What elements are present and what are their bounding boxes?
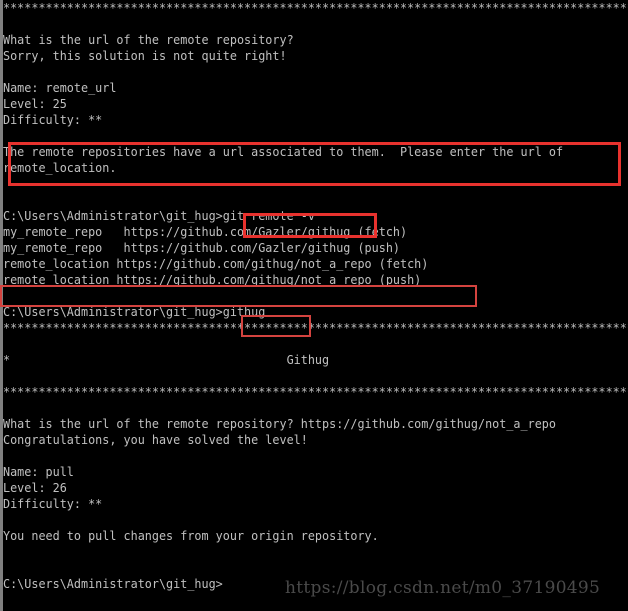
console-line-banner-title: * Githug <box>3 352 330 367</box>
console-line-prompt-trailing: C:\Users\Administrator\git_hug> <box>3 576 223 591</box>
console-line-difficulty-26: Difficulty: ** <box>3 496 103 511</box>
console-line-star-rule-1: ****************************************… <box>3 0 628 15</box>
console-line-difficulty-25: Difficulty: ** <box>3 112 103 127</box>
annotation-git-remote-v-command-highlight <box>243 213 377 238</box>
console-line-star-rule-3: ****************************************… <box>3 384 628 399</box>
console-line-remote-3: remote_location https://github.com/githu… <box>3 256 429 271</box>
console-line-remote-2: my_remote_repo https://github.com/Gazler… <box>3 240 401 255</box>
annotation-hint-text-highlight <box>8 142 621 186</box>
console-line-question-1: What is the url of the remote repository… <box>3 32 294 47</box>
annotation-githug-command-highlight <box>241 315 311 337</box>
console-line-congrats: Congratulations, you have solved the lev… <box>3 432 308 447</box>
console-line-hint-26: You need to pull changes from your origi… <box>3 528 379 543</box>
console-line-star-rule-2: ****************************************… <box>3 320 628 335</box>
console-line-name-25: Name: remote_url <box>3 80 117 95</box>
watermark-blog-url: https://blog.csdn.net/m0_37190495 <box>285 578 601 598</box>
console-line-question-2: What is the url of the remote repository… <box>3 416 556 431</box>
console-line-name-26: Name: pull <box>3 464 74 479</box>
console-line-level-26: Level: 26 <box>3 480 67 495</box>
console-line-sorry-1: Sorry, this solution is not quite right! <box>3 48 287 63</box>
annotation-remote-location-push-highlight <box>0 285 477 307</box>
terminal-window[interactable]: ****************************************… <box>0 0 628 611</box>
console-line-level-25: Level: 25 <box>3 96 67 111</box>
